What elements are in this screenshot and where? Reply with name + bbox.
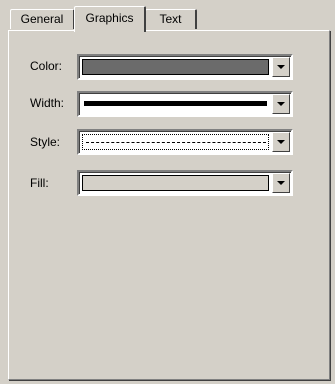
color-swatch — [82, 59, 269, 75]
fill-label: Fill: — [30, 176, 49, 190]
tab-graphics-label: Graphics — [85, 11, 134, 25]
chevron-down-icon — [277, 102, 285, 106]
color-label: Color: — [30, 59, 63, 73]
chevron-down-icon — [277, 65, 285, 69]
fill-dropdown[interactable] — [77, 170, 293, 196]
tab-general-label: General — [20, 12, 64, 26]
graphics-properties-dialog: General Graphics Text Color: Width: Styl… — [0, 0, 335, 384]
tab-graphics[interactable]: Graphics — [74, 6, 146, 32]
fill-swatch — [82, 175, 269, 191]
fill-dropdown-button[interactable] — [272, 173, 290, 193]
width-label: Width: — [30, 96, 65, 110]
tab-text[interactable]: Text — [145, 9, 197, 29]
dash-line-sample — [86, 142, 266, 143]
style-dropdown-button[interactable] — [272, 132, 290, 152]
graphics-tab-panel — [8, 30, 330, 380]
width-dropdown[interactable] — [77, 91, 293, 117]
chevron-down-icon — [277, 140, 285, 144]
width-preview — [82, 96, 269, 112]
style-dropdown[interactable] — [77, 129, 293, 155]
chevron-down-icon — [277, 181, 285, 185]
color-dropdown-button[interactable] — [272, 57, 290, 77]
color-dropdown[interactable] — [77, 54, 293, 80]
tab-general[interactable]: General — [10, 9, 75, 29]
style-label: Style: — [30, 135, 61, 149]
style-preview — [82, 134, 269, 150]
width-line-sample — [84, 101, 267, 106]
width-dropdown-button[interactable] — [272, 94, 290, 114]
tab-text-label: Text — [159, 12, 182, 26]
